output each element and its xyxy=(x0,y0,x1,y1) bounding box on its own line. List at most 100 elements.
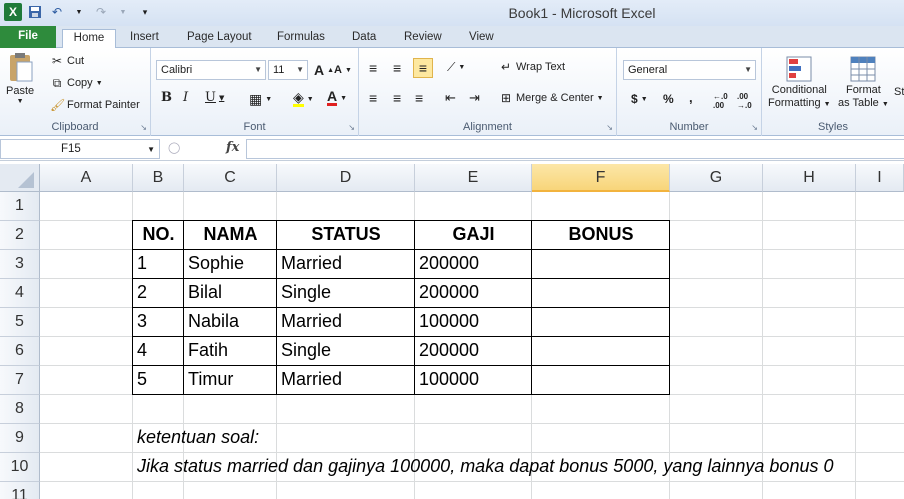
table-cell[interactable]: 100000 xyxy=(415,366,532,395)
table-cell[interactable]: 4 xyxy=(133,337,184,366)
paste-button[interactable]: Paste ▼ xyxy=(6,52,34,105)
select-all-corner[interactable] xyxy=(0,164,40,192)
align-bottom-button[interactable]: ≡ xyxy=(413,58,433,78)
cell-styles-button[interactable]: Sty xyxy=(894,86,904,99)
column-header-b[interactable]: B xyxy=(133,164,184,192)
name-box[interactable]: F15 ▼ xyxy=(0,139,160,159)
copy-dropdown-icon[interactable]: ▼ xyxy=(96,80,103,87)
format-painter-button[interactable]: 🖌 Format Painter xyxy=(50,98,140,112)
formula-input[interactable] xyxy=(246,139,904,159)
table-header-cell[interactable]: NO. xyxy=(133,221,184,250)
table-header-cell[interactable]: NAMA xyxy=(184,221,277,250)
number-launcher-icon[interactable]: ↘ xyxy=(751,123,758,132)
table-cell[interactable]: Nabila xyxy=(184,308,277,337)
column-header-i[interactable]: I xyxy=(856,164,904,192)
table-cell[interactable] xyxy=(532,250,670,279)
tab-page-layout[interactable]: Page Layout xyxy=(181,29,258,48)
align-right-button[interactable]: ≡ xyxy=(415,90,423,106)
column-header-h[interactable]: H xyxy=(763,164,856,192)
table-cell[interactable]: Married xyxy=(277,366,415,395)
row-header-7[interactable]: 7 xyxy=(0,366,40,395)
tab-file[interactable]: File xyxy=(0,26,56,48)
grow-font-button[interactable]: A ▲ xyxy=(314,62,334,78)
table-cell[interactable]: 100000 xyxy=(415,308,532,337)
column-header-c[interactable]: C xyxy=(184,164,277,192)
row-header-6[interactable]: 6 xyxy=(0,337,40,366)
percent-button[interactable]: % xyxy=(663,92,674,106)
table-cell[interactable]: Bilal xyxy=(184,279,277,308)
tab-view[interactable]: View xyxy=(463,29,500,48)
row-header-10[interactable]: 10 xyxy=(0,453,40,482)
clipboard-launcher-icon[interactable]: ↘ xyxy=(140,123,147,132)
align-left-button[interactable]: ≡ xyxy=(369,90,377,106)
font-size-dropdown[interactable]: 11 ▼ xyxy=(268,60,308,80)
tab-home[interactable]: Home xyxy=(62,29,116,49)
orientation-button[interactable]: ⟋ ▼ xyxy=(447,60,465,75)
currency-button[interactable]: $ ▼ xyxy=(631,92,648,106)
cut-button[interactable]: ✂ Cut xyxy=(50,54,84,68)
table-header-cell[interactable]: STATUS xyxy=(277,221,415,250)
column-header-e[interactable]: E xyxy=(415,164,532,192)
fill-color-button[interactable]: ◈ ▼ xyxy=(293,90,314,107)
paste-dropdown-icon[interactable]: ▼ xyxy=(17,98,24,105)
decrease-indent-button[interactable]: ⇤ xyxy=(445,90,456,106)
font-name-dropdown[interactable]: Calibri ▼ xyxy=(156,60,266,80)
table-cell[interactable]: Married xyxy=(277,250,415,279)
conditional-formatting-button[interactable]: Conditional Formatting ▼ xyxy=(768,54,831,111)
table-cell[interactable] xyxy=(532,337,670,366)
table-cell[interactable]: 3 xyxy=(133,308,184,337)
table-cell[interactable] xyxy=(532,308,670,337)
align-center-button[interactable]: ≡ xyxy=(393,90,401,106)
borders-button[interactable]: ▦ ▼ xyxy=(249,91,272,108)
copy-button[interactable]: ⧉ Copy ▼ xyxy=(50,76,103,90)
table-cell[interactable]: 200000 xyxy=(415,250,532,279)
underline-button[interactable]: U ▼ xyxy=(205,90,224,105)
align-middle-button[interactable]: ≡ xyxy=(393,60,401,76)
table-cell[interactable]: 1 xyxy=(133,250,184,279)
decrease-decimal-button[interactable]: .00 →.0 xyxy=(737,92,752,110)
table-cell[interactable]: 200000 xyxy=(415,337,532,366)
bold-button[interactable]: B xyxy=(161,90,172,105)
row-header-2[interactable]: 2 xyxy=(0,221,40,250)
tab-formulas[interactable]: Formulas xyxy=(271,29,331,48)
table-cell[interactable]: Single xyxy=(277,337,415,366)
table-cell[interactable] xyxy=(532,366,670,395)
font-color-button[interactable]: A ▼ xyxy=(327,89,347,106)
increase-indent-button[interactable]: ⇥ xyxy=(469,90,480,106)
column-header-a[interactable]: A xyxy=(40,164,133,192)
column-header-d[interactable]: D xyxy=(277,164,415,192)
table-header-cell[interactable]: BONUS xyxy=(532,221,670,250)
table-cell[interactable]: Single xyxy=(277,279,415,308)
tab-insert[interactable]: Insert xyxy=(124,29,165,48)
row-header-11[interactable]: 11 xyxy=(0,482,40,499)
table-cell[interactable]: Timur xyxy=(184,366,277,395)
row-header-4[interactable]: 4 xyxy=(0,279,40,308)
table-cell[interactable]: 2 xyxy=(133,279,184,308)
alignment-launcher-icon[interactable]: ↘ xyxy=(606,123,613,132)
table-cell[interactable] xyxy=(532,279,670,308)
table-cell[interactable]: 200000 xyxy=(415,279,532,308)
row-header-3[interactable]: 3 xyxy=(0,250,40,279)
row-header-9[interactable]: 9 xyxy=(0,424,40,453)
table-header-cell[interactable]: GAJI xyxy=(415,221,532,250)
merge-dropdown-icon[interactable]: ▼ xyxy=(597,95,604,102)
row-header-1[interactable]: 1 xyxy=(0,192,40,221)
notes-text[interactable]: Jika status married dan gajinya 100000, … xyxy=(133,453,833,482)
increase-decimal-button[interactable]: ←.0.00 xyxy=(713,92,728,110)
shrink-font-button[interactable]: A ▼ xyxy=(334,64,352,76)
number-format-dropdown[interactable]: General ▼ xyxy=(623,60,756,80)
row-header-8[interactable]: 8 xyxy=(0,395,40,424)
comma-button[interactable]: , xyxy=(689,90,693,105)
tab-data[interactable]: Data xyxy=(346,29,382,48)
wrap-text-button[interactable]: ↵ Wrap Text xyxy=(499,60,565,74)
italic-button[interactable]: I xyxy=(183,90,188,105)
align-top-button[interactable]: ≡ xyxy=(369,60,377,76)
merge-center-button[interactable]: ⊞ Merge & Center ▼ xyxy=(499,91,604,105)
notes-title[interactable]: ketentuan soal: xyxy=(133,424,259,453)
column-header-f[interactable]: F xyxy=(532,164,670,192)
font-launcher-icon[interactable]: ↘ xyxy=(348,123,355,132)
format-as-table-button[interactable]: Format as Table ▼ xyxy=(838,54,889,111)
insert-function-icon[interactable]: fx xyxy=(226,140,239,155)
row-header-5[interactable]: 5 xyxy=(0,308,40,337)
table-cell[interactable]: Married xyxy=(277,308,415,337)
